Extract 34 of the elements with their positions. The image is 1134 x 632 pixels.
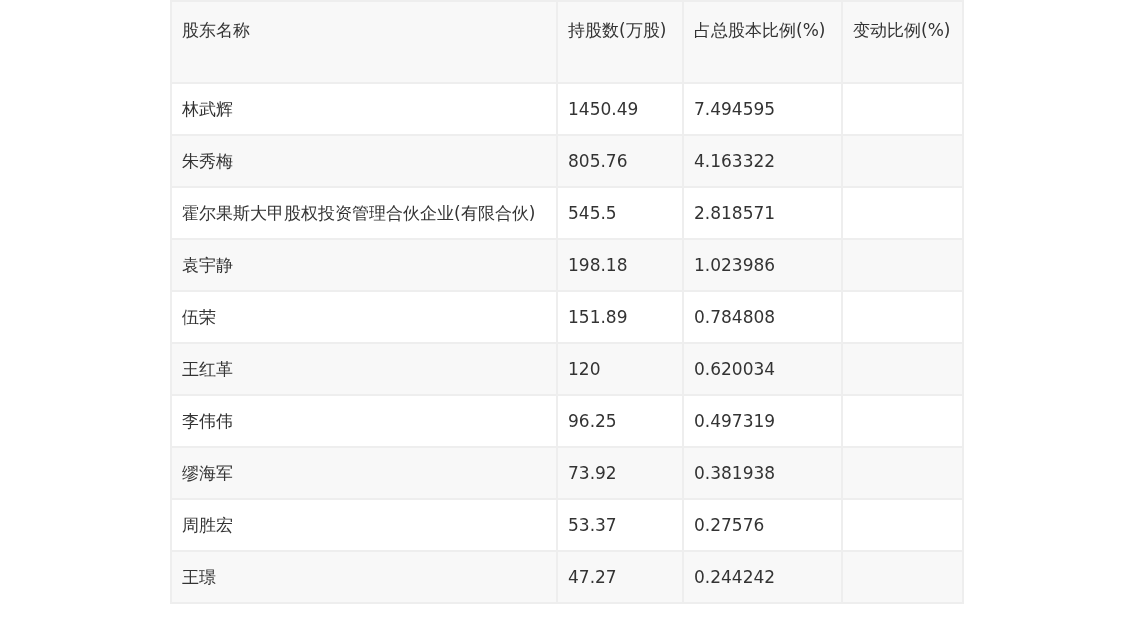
column-header: 持股数(万股)	[557, 1, 683, 83]
table-cell: 李伟伟	[171, 395, 557, 447]
table-cell: 73.92	[557, 447, 683, 499]
table-cell: 198.18	[557, 239, 683, 291]
table-cell: 120	[557, 343, 683, 395]
table-cell: 朱秀梅	[171, 135, 557, 187]
table-cell: 林武辉	[171, 83, 557, 135]
table-cell: 伍荣	[171, 291, 557, 343]
table-cell: 0.244242	[683, 551, 842, 603]
table-cell: 王红革	[171, 343, 557, 395]
table-cell: 47.27	[557, 551, 683, 603]
table-cell: 53.37	[557, 499, 683, 551]
column-header: 变动比例(%)	[842, 1, 963, 83]
table-cell: 0.620034	[683, 343, 842, 395]
table-cell: 151.89	[557, 291, 683, 343]
table-cell: 545.5	[557, 187, 683, 239]
table-cell: 0.784808	[683, 291, 842, 343]
column-header: 股东名称	[171, 1, 557, 83]
table-cell: 霍尔果斯大甲股权投资管理合伙企业(有限合伙)	[171, 187, 557, 239]
table-cell: 805.76	[557, 135, 683, 187]
table-cell: 7.494595	[683, 83, 842, 135]
table-cell: 0.381938	[683, 447, 842, 499]
table-cell: 1.023986	[683, 239, 842, 291]
table-cell: 周胜宏	[171, 499, 557, 551]
table-cell: 0.497319	[683, 395, 842, 447]
table-cell: 1450.49	[557, 83, 683, 135]
table-cell: 96.25	[557, 395, 683, 447]
table-cell: 2.818571	[683, 187, 842, 239]
table-cell: 王璟	[171, 551, 557, 603]
table-cell: 袁宇静	[171, 239, 557, 291]
table-cell: 0.27576	[683, 499, 842, 551]
column-header: 占总股本比例(%)	[683, 1, 842, 83]
table-cell: 缪海军	[171, 447, 557, 499]
table-cell: 4.163322	[683, 135, 842, 187]
